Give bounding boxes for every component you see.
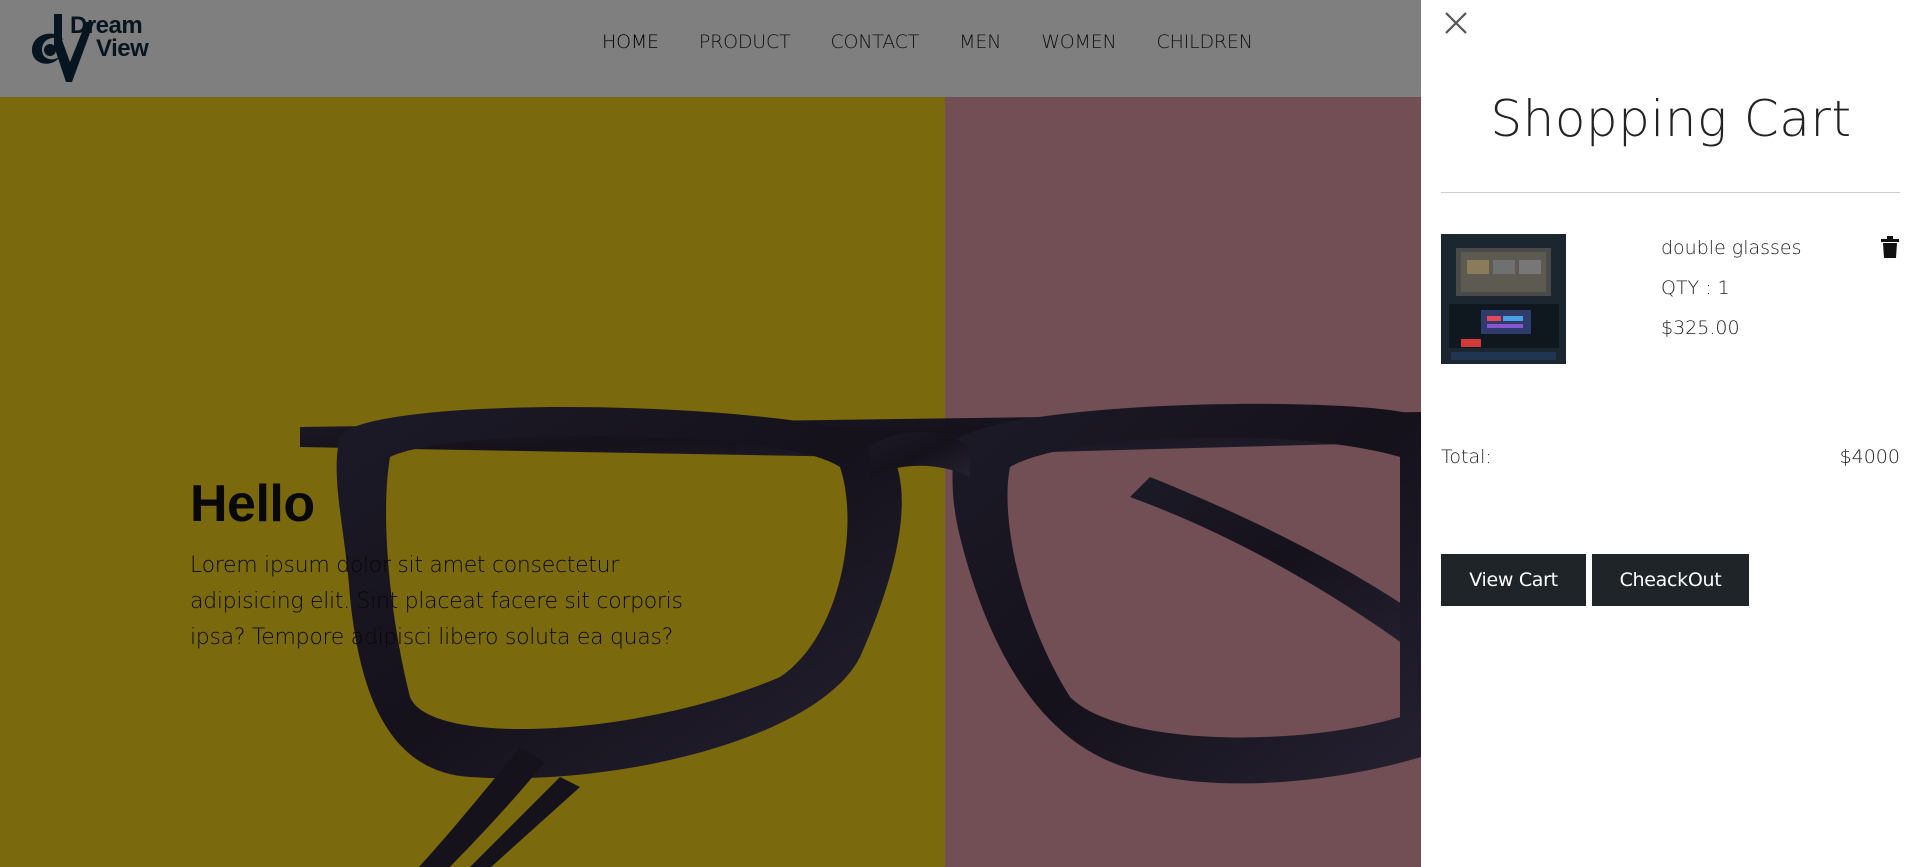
view-cart-button[interactable]: View Cart <box>1441 554 1586 606</box>
cart-item-qty: QTY : 1 <box>1661 277 1730 299</box>
trash-icon[interactable] <box>1881 236 1899 258</box>
cart-item-price: $325.00 <box>1661 317 1740 339</box>
cart-total-value: $4000 <box>1839 446 1900 468</box>
checkout-button[interactable]: CheackOut <box>1592 554 1749 606</box>
cart-item-name: double glasses <box>1661 237 1802 259</box>
cart-item-thumbnail[interactable] <box>1441 234 1566 364</box>
cart-total-label: Total: <box>1441 446 1492 468</box>
cart-title: Shopping Cart <box>1490 90 1852 148</box>
cart-divider <box>1441 192 1900 193</box>
cart-item-details: double glasses QTY : 1 $325.00 <box>1661 235 1802 355</box>
page-dim-overlay[interactable] <box>0 0 1421 867</box>
close-icon[interactable] <box>1443 10 1469 36</box>
shopping-cart-drawer: Shopping Cart double glasses QTY : 1 $32… <box>1421 0 1917 867</box>
